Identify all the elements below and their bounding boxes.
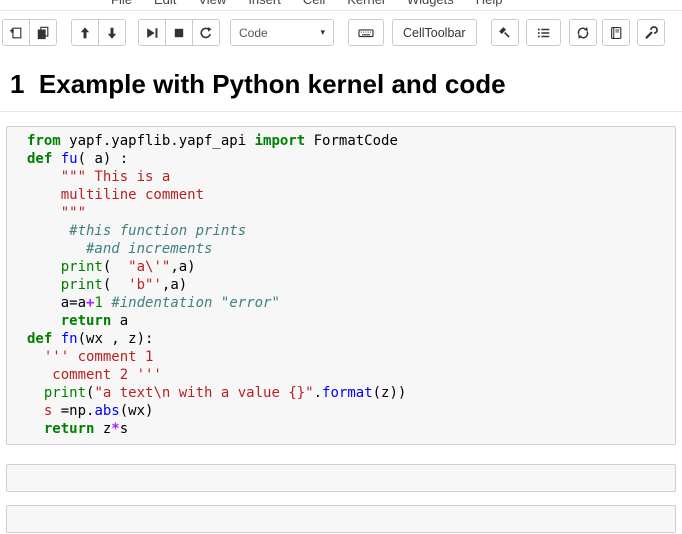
menu-view[interactable]: View bbox=[187, 0, 237, 7]
table-of-contents-button[interactable] bbox=[525, 19, 561, 46]
code-line-2[interactable]: def fu( a) : bbox=[7, 150, 671, 168]
nbextensions-config-button[interactable] bbox=[636, 19, 665, 46]
refresh-button[interactable] bbox=[568, 19, 597, 46]
move-cell-down-button[interactable] bbox=[98, 19, 126, 46]
empty-cell-1[interactable] bbox=[6, 464, 676, 492]
move-down-icon bbox=[105, 26, 119, 40]
move-cell-up-button[interactable] bbox=[71, 19, 99, 46]
copy-cells-icon bbox=[36, 26, 50, 40]
menu-help[interactable]: Help bbox=[465, 0, 514, 7]
code-line-15[interactable]: print("a text\n with a value {}".format(… bbox=[7, 384, 671, 402]
code-prettify-icon bbox=[498, 26, 512, 40]
code-line-1[interactable]: from yapf.yapflib.yapf_api import Format… bbox=[7, 132, 671, 150]
add-cell-button[interactable] bbox=[2, 19, 30, 46]
code-line-17[interactable]: return z*s bbox=[7, 420, 671, 438]
book-icon bbox=[609, 26, 623, 40]
run-cell-button[interactable] bbox=[138, 19, 166, 46]
menu-kernel[interactable]: Kernel bbox=[336, 0, 396, 7]
code-line-3[interactable]: """ This is a bbox=[7, 168, 671, 186]
code-line-13[interactable]: ''' comment 1 bbox=[7, 348, 671, 366]
clipboard-group bbox=[2, 19, 57, 46]
run-icon bbox=[145, 26, 159, 40]
markdown-heading-cell: 1 Example with Python kernel and code bbox=[10, 69, 506, 99]
interrupt-icon bbox=[172, 26, 186, 40]
menu-items: FileEditViewInsertCellKernelWidgetsHelp bbox=[100, 0, 514, 9]
dropdown-caret-icon: ▾ bbox=[320, 27, 325, 37]
menu-file[interactable]: File bbox=[100, 0, 143, 7]
gist-notebook-button[interactable] bbox=[601, 19, 630, 46]
menu-edit[interactable]: Edit bbox=[143, 0, 187, 7]
header-divider bbox=[0, 111, 682, 112]
code-cell[interactable]: from yapf.yapflib.yapf_api import Format… bbox=[6, 126, 676, 445]
celltoolbar-button[interactable]: CellToolbar bbox=[392, 19, 477, 46]
code-line-12[interactable]: def fn(wx , z): bbox=[7, 330, 671, 348]
cell-type-value: Code bbox=[239, 25, 268, 40]
menubar-clipped: FileEditViewInsertCellKernelWidgetsHelp bbox=[0, 0, 682, 11]
menu-cell[interactable]: Cell bbox=[292, 0, 336, 7]
main-toolbar: Code ▾ CellToolbar bbox=[0, 11, 682, 55]
move-cells-group bbox=[71, 19, 126, 46]
code-line-8[interactable]: print( "a\'",a) bbox=[7, 258, 671, 276]
move-up-icon bbox=[78, 26, 92, 40]
code-line-11[interactable]: return a bbox=[7, 312, 671, 330]
code-editor[interactable]: from yapf.yapflib.yapf_api import Format… bbox=[7, 132, 671, 438]
code-line-5[interactable]: """ bbox=[7, 204, 671, 222]
code-line-7[interactable]: #and increments bbox=[7, 240, 671, 258]
code-line-9[interactable]: print( 'b"',a) bbox=[7, 276, 671, 294]
notebook-container: 1 Example with Python kernel and code fr… bbox=[0, 69, 682, 533]
toc-icon bbox=[536, 26, 551, 40]
keyboard-icon bbox=[358, 26, 374, 40]
code-line-14[interactable]: comment 2 ''' bbox=[7, 366, 671, 384]
code-prettify-button[interactable] bbox=[490, 19, 519, 46]
run-group bbox=[138, 19, 220, 46]
cell-type-dropdown[interactable]: Code ▾ bbox=[230, 19, 334, 46]
command-palette-button[interactable] bbox=[348, 19, 384, 46]
add-cell-icon bbox=[9, 26, 23, 40]
code-line-16[interactable]: s =np.abs(wx) bbox=[7, 402, 671, 420]
menu-widgets[interactable]: Widgets bbox=[396, 0, 465, 7]
interrupt-kernel-button[interactable] bbox=[165, 19, 193, 46]
restart-kernel-icon bbox=[199, 26, 213, 40]
code-line-6[interactable]: #this function prints bbox=[7, 222, 671, 240]
wrench-icon bbox=[644, 25, 658, 40]
refresh-icon bbox=[576, 26, 590, 40]
code-line-4[interactable]: multiline comment bbox=[7, 186, 671, 204]
code-line-10[interactable]: a=a+1 #indentation "error" bbox=[7, 294, 671, 312]
copy-cells-button[interactable] bbox=[29, 19, 57, 46]
menu-insert[interactable]: Insert bbox=[237, 0, 292, 7]
restart-kernel-button[interactable] bbox=[192, 19, 220, 46]
empty-cell-2[interactable] bbox=[6, 505, 676, 533]
